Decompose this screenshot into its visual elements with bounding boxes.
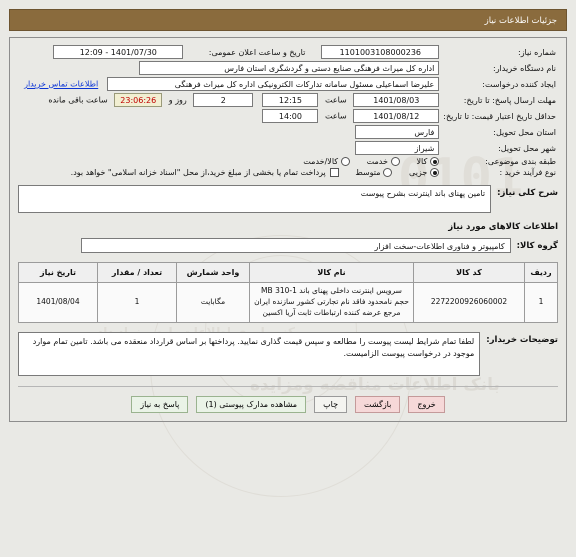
category-option-service[interactable]: خدمت (367, 157, 400, 166)
cell-quantity: 1 (97, 282, 177, 323)
page-content: جزئیات اطلاعات نیاز شماره نیاز: 11010031… (9, 9, 567, 422)
radio-icon-goods[interactable] (430, 157, 440, 166)
credit-time-value: 14:00 (262, 109, 319, 123)
cell-need-date: 1401/08/04 (18, 282, 98, 323)
category-option-goods-service[interactable]: کالا/خدمت (303, 157, 351, 166)
need-number-value: 1101003108000236 (321, 45, 440, 59)
action-buttons: خروج بازگشت چاپ مشاهده مدارک پیوستی (1) … (18, 395, 558, 413)
deadline-date-value: 1401/08/03 (353, 93, 440, 107)
goods-group-row: گروه کالا: کامپیوتر و فناوری اطلاعات-سخت… (18, 238, 558, 253)
countdown-timer: 23:06:26 (114, 93, 163, 107)
category-option-service-label: خدمت (366, 157, 388, 166)
row-need-number: شماره نیاز: 1101003108000236 تاریخ و ساع… (18, 44, 558, 60)
goods-group-label: گروه کالا: (516, 241, 558, 251)
goods-section-title: اطلاعات کالاهای مورد نیاز (448, 222, 558, 232)
row-category: طبقه بندی موضوعی: کالا خدمت کالا/خدمت (18, 156, 558, 167)
column-header-quantity: تعداد / مقدار (97, 262, 177, 283)
row-credit-date: حداقل تاریخ اعتبار قیمت: تا تاریخ: 1401/… (18, 108, 558, 124)
footer-divider (18, 385, 558, 387)
buyer-notes-section: توضیحات خریدار: لطفا تمام شرایط لیست پیو… (18, 331, 558, 376)
buyer-notes-label: توضیحات خریدار: (486, 334, 558, 345)
goods-group-value: کامپیوتر و فناوری اطلاعات-سخت افزار (80, 238, 511, 253)
radio-icon-medium[interactable] (383, 168, 393, 177)
category-option-goods-service-label: کالا/خدمت (303, 157, 339, 166)
deadline-label: مهلت ارسال پاسخ: تا تاریخ: (463, 95, 556, 105)
cell-unit: مگابایت (176, 282, 250, 323)
goods-table: ردیف کد کالا نام کالا واحد شمارش تعداد /… (18, 262, 558, 323)
row-creator: ایجاد کننده درخواست: علیرضا اسماعیلی مسئ… (18, 76, 558, 92)
buyer-notes-value: لطفا تمام شرایط لیست پیوست را مطالعه و س… (18, 331, 481, 376)
need-details-table: شماره نیاز: 1101003108000236 تاریخ و ساع… (18, 44, 558, 178)
process-option-minor-label: جزیی (409, 168, 428, 177)
column-header-need-date: تاریخ نیاز (18, 262, 98, 283)
buyer-contact-link[interactable]: اطلاعات تماس خریدار (24, 80, 98, 89)
category-label: طبقه بندی موضوعی: (485, 157, 556, 166)
page-title: جزئیات اطلاعات نیاز (9, 9, 567, 31)
summary-section: شرح کلی نیاز: تامین پهنای باند اینترنت ب… (18, 185, 558, 213)
radio-icon-goods-service[interactable] (341, 157, 351, 166)
checkbox-icon-treasury[interactable] (329, 168, 339, 177)
row-province: استان محل تحویل: فارس (18, 124, 558, 140)
process-option-medium[interactable]: متوسط (355, 168, 393, 177)
radio-icon-service[interactable] (390, 157, 400, 166)
cell-code: 2272200926060002 (413, 282, 525, 323)
creator-value: علیرضا اسماعیلی مسئول سامانه تدارکات الک… (107, 77, 440, 91)
page-root: 0101 ParsNamadData بانک اطلاعات مناقصه و… (0, 0, 576, 557)
treasury-payment-label: پرداخت تمام یا بخشی از مبلغ خرید،از محل … (70, 168, 326, 177)
process-option-medium-label: متوسط (355, 168, 381, 177)
category-option-goods[interactable]: کالا (416, 157, 440, 166)
row-process-type: نوع فرآیند خرید : جزیی متوسط پرداخت تمام… (18, 167, 558, 178)
column-header-name: نام کالا (249, 262, 414, 283)
announce-label: تاریخ و ساعت اعلان عمومی: (208, 47, 306, 57)
deadline-hour-label: ساعت (324, 95, 347, 105)
need-number-label: شماره نیاز: (518, 47, 556, 57)
remaining-days-label: روز و (168, 95, 187, 105)
remaining-hours-label: ساعت باقی مانده (48, 95, 108, 105)
print-button[interactable]: چاپ (314, 395, 348, 413)
credit-date-label: حداقل تاریخ اعتبار قیمت: تا تاریخ: (443, 111, 556, 121)
radio-icon-minor[interactable] (430, 168, 440, 177)
treasury-payment-checkbox[interactable]: پرداخت تمام یا بخشی از مبلغ خرید،از محل … (71, 168, 339, 177)
column-header-unit: واحد شمارش (176, 262, 250, 283)
announce-value: 1401/07/30 - 12:09 (53, 45, 184, 59)
row-deadline: مهلت ارسال پاسخ: تا تاریخ: 1401/08/03 سا… (18, 92, 558, 108)
credit-hour-label: ساعت (324, 111, 347, 121)
cell-name: سرویس اینترنت داخلی پهنای باند 1-310 MB … (249, 282, 414, 323)
deadline-time-value: 12:15 (262, 93, 319, 107)
row-city: شهر محل تحویل: شیراز (18, 140, 558, 156)
summary-value: تامین پهنای باند اینترنت بشرح پیوست (18, 185, 492, 213)
buyer-org-label: نام دستگاه خریدار: (493, 63, 556, 73)
view-attachments-button[interactable]: مشاهده مدارک پیوستی (1) (196, 395, 307, 413)
province-label: استان محل تحویل: (493, 127, 556, 137)
row-buyer-org: نام دستگاه خریدار: اداره کل میراث فرهنگی… (18, 60, 558, 76)
credit-date-value: 1401/08/12 (353, 109, 440, 123)
category-option-goods-label: کالا (416, 157, 428, 166)
table-row: 1 2272200926060002 سرویس اینترنت داخلی پ… (18, 282, 558, 323)
creator-label: ایجاد کننده درخواست: (482, 79, 556, 89)
need-details-panel: شماره نیاز: 1101003108000236 تاریخ و ساع… (9, 37, 567, 422)
summary-label: شرح کلی نیاز: (497, 188, 558, 198)
city-value: شیراز (355, 141, 440, 155)
exit-button[interactable]: خروج (408, 395, 445, 413)
column-header-index: ردیف (524, 262, 558, 283)
goods-table-header-row: ردیف کد کالا نام کالا واحد شمارش تعداد /… (18, 262, 558, 283)
cell-index: 1 (524, 282, 558, 323)
back-button[interactable]: بازگشت (355, 395, 401, 413)
process-label: نوع فرآیند خرید : (499, 168, 556, 177)
column-header-code: کد کالا (413, 262, 525, 283)
province-value: فارس (355, 125, 440, 139)
remaining-days-value: 2 (193, 93, 254, 107)
buyer-org-value: اداره کل میراث فرهنگی صنایع دستی و گردشگ… (139, 61, 440, 75)
respond-to-need-button[interactable]: پاسخ به نیاز (131, 395, 189, 413)
city-label: شهر محل تحویل: (498, 143, 556, 153)
process-option-minor[interactable]: جزیی (409, 168, 440, 177)
